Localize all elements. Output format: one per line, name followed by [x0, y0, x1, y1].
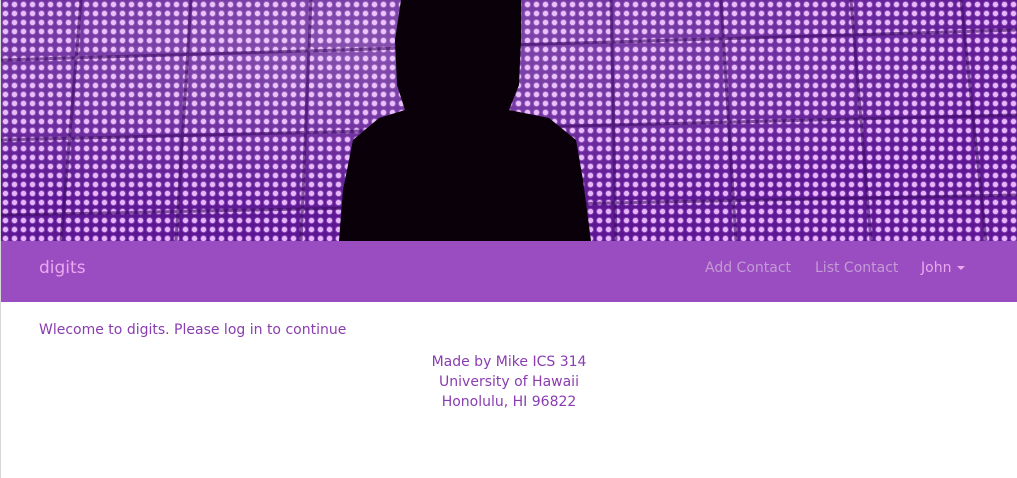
footer-line-address: Honolulu, HI 96822 [441, 394, 577, 410]
footer-line-author: Made by Mike ICS 314 [431, 354, 587, 370]
caret-down-icon [957, 266, 966, 270]
footer-line-university: University of Hawaii [439, 374, 579, 390]
welcome-message: Wlecome to digits. Please log in to cont… [39, 322, 347, 338]
nav-list-contact[interactable]: List Contact [815, 260, 898, 276]
user-menu-label: John [921, 260, 952, 276]
navbar: digits Add Contact List Contact John [1, 241, 1017, 302]
brand-link[interactable]: digits [39, 258, 86, 278]
hero-banner-image [1, 0, 1017, 241]
nav-add-contact[interactable]: Add Contact [705, 260, 791, 276]
footer: Made by Mike ICS 314 University of Hawai… [1, 352, 1017, 412]
page: digits Add Contact List Contact John Wle… [0, 0, 1017, 478]
user-menu-dropdown[interactable]: John [921, 260, 966, 276]
